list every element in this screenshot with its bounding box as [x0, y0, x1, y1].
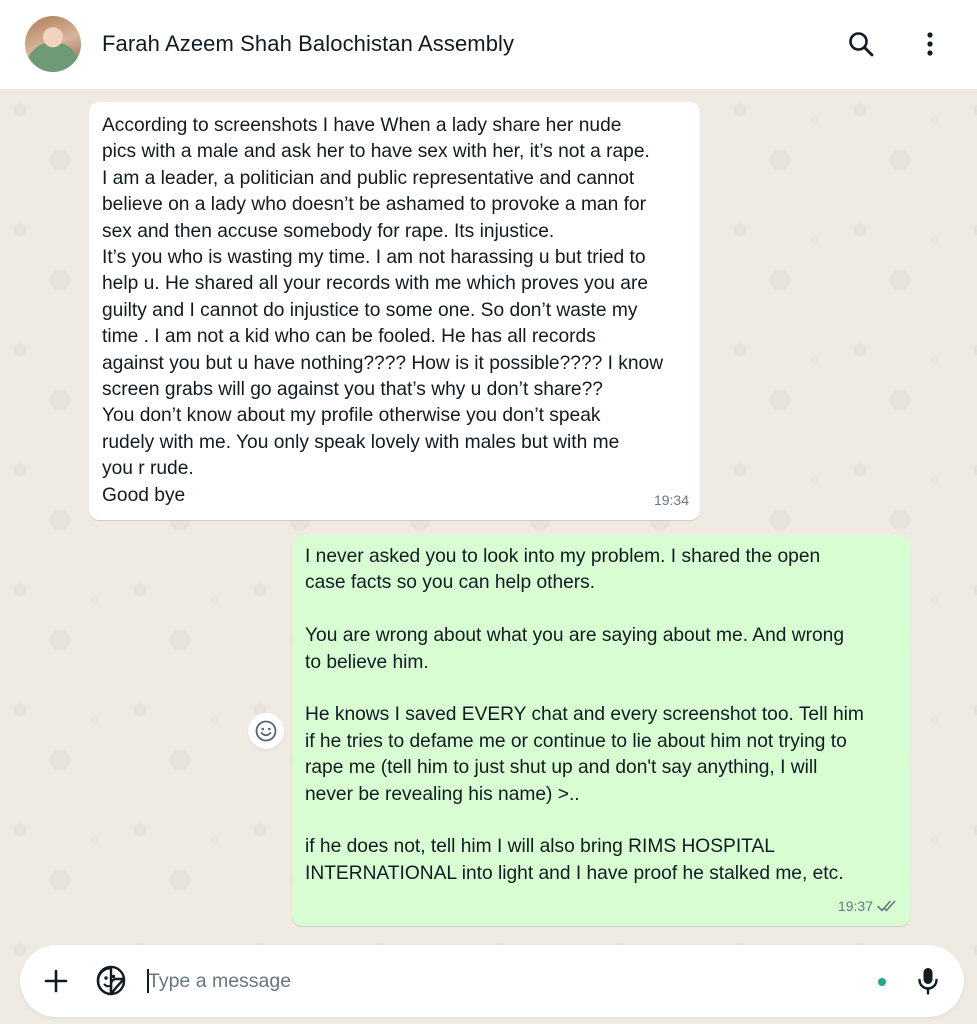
message-line: if he does not, tell him I will also bri…: [305, 836, 775, 858]
message-line: It’s you who is wasting my time. I am no…: [102, 247, 646, 269]
message-line: INTERNATIONAL into light and I have proo…: [305, 862, 844, 884]
message-line: never be revealing his name) >..: [305, 783, 580, 805]
plus-icon[interactable]: [40, 965, 72, 997]
message-line: case facts so you can help others.: [305, 572, 596, 594]
incoming-message[interactable]: According to screenshots I have When a l…: [89, 102, 700, 520]
emoji-reaction-button[interactable]: [248, 713, 284, 749]
message-line: sex and then accuse somebody for rape. I…: [102, 220, 555, 242]
contact-name[interactable]: Farah Azeem Shah Balochistan Assembly: [102, 31, 514, 57]
message-line: I never asked you to look into my proble…: [305, 546, 821, 567]
message-line: I am a leader, a politician and public r…: [102, 167, 635, 189]
message-line: screen grabs will go against you that’s …: [102, 379, 603, 401]
message-line: rape me (tell him to just shut up and do…: [305, 757, 818, 779]
message-line: guilty and I cannot do injustice to some…: [102, 299, 638, 321]
message-line: You are wrong about what you are saying …: [305, 625, 845, 647]
message-time: 19:34: [653, 491, 689, 508]
message-line: According to screenshots I have When a l…: [102, 115, 622, 136]
message-line: rudely with me. You only speak lovely wi…: [102, 431, 620, 453]
message-meta: 19:34: [654, 487, 689, 513]
message-line: pics with a male and ask her to have sex…: [102, 141, 650, 163]
message-time: 19:37: [837, 897, 873, 914]
message-line: to believe him.: [305, 651, 429, 673]
message-line: believe on a lady who doesn’t be ashamed…: [102, 194, 646, 216]
microphone-icon[interactable]: [912, 965, 944, 997]
outgoing-message[interactable]: I never asked you to look into my proble…: [292, 535, 910, 926]
message-input[interactable]: [148, 963, 848, 999]
message-meta: 19:37: [838, 893, 899, 919]
message-composer: [20, 945, 964, 1017]
message-line: [305, 597, 897, 623]
message-text: According to screenshots I have When a l…: [102, 113, 687, 509]
message-line: against you but u have nothing???? How i…: [102, 352, 664, 374]
message-text: I never asked you to look into my proble…: [305, 544, 897, 887]
message-line: He knows I saved EVERY chat and every sc…: [305, 704, 864, 726]
message-line: [305, 808, 897, 834]
message-line: help u. He shared all your records with …: [102, 273, 649, 295]
message-line: [305, 676, 897, 702]
chat-header: Farah Azeem Shah Balochistan Assembly: [0, 0, 977, 90]
sticker-icon[interactable]: [95, 965, 127, 997]
more-menu-icon[interactable]: [914, 28, 946, 60]
message-line: you r rude.: [102, 458, 194, 480]
search-icon[interactable]: [845, 28, 877, 60]
status-dot: [878, 978, 886, 986]
contact-avatar[interactable]: [25, 16, 81, 72]
message-line: if he tries to defame me or continue to …: [305, 730, 847, 752]
read-receipt-icon: [877, 900, 896, 912]
smiley-icon: [255, 720, 277, 742]
message-line: You don’t know about my profile otherwis…: [102, 405, 601, 427]
message-line: Good bye: [102, 484, 186, 506]
message-line: time . I am not a kid who can be fooled.…: [102, 326, 596, 348]
